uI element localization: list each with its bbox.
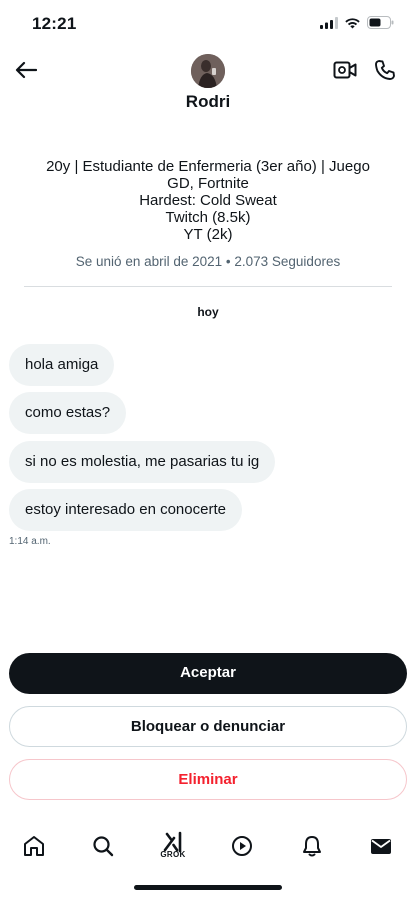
message-bubble[interactable]: como estas? bbox=[9, 392, 127, 434]
video-camera-icon bbox=[333, 61, 357, 79]
avatar[interactable] bbox=[191, 54, 225, 88]
divider bbox=[24, 286, 392, 287]
conversation-header: Rodri bbox=[0, 48, 416, 118]
message-bubble[interactable]: si no es molestia, me pasarias tu ig bbox=[9, 441, 276, 483]
bio-line: YT (2k) bbox=[183, 226, 233, 243]
profile-meta: Se unió en abril de 2021 • 2.073 Seguido… bbox=[75, 254, 341, 269]
phone-call-button[interactable] bbox=[372, 57, 398, 83]
home-icon bbox=[24, 836, 44, 856]
notifications-icon bbox=[303, 836, 321, 857]
video-call-button[interactable] bbox=[332, 58, 358, 82]
bottom-tab-bar bbox=[0, 818, 416, 870]
message-bubble[interactable]: hola amiga bbox=[9, 344, 115, 386]
avatar-image bbox=[191, 54, 225, 88]
bio-line: Hardest: Cold Sweat bbox=[139, 192, 277, 209]
bio-line: 20y | Estudiante de Enfermeria (3er año)… bbox=[46, 158, 370, 175]
tab-video[interactable] bbox=[224, 828, 260, 864]
video-icon bbox=[232, 836, 252, 856]
bio-line: GD, Fortnite bbox=[167, 175, 249, 192]
tab-notifications[interactable] bbox=[294, 828, 330, 864]
message-bubble[interactable]: estoy interesado en conocerte bbox=[9, 489, 242, 531]
signal-icon bbox=[320, 16, 338, 29]
accept-button[interactable]: Aceptar bbox=[9, 653, 407, 694]
back-button[interactable] bbox=[12, 56, 40, 84]
home-indicator bbox=[134, 885, 282, 890]
battery-icon bbox=[367, 16, 394, 29]
status-icons bbox=[320, 16, 394, 29]
status-bar: 12:21 bbox=[0, 0, 416, 48]
contact-name[interactable]: Rodri bbox=[0, 92, 416, 112]
block-report-button[interactable]: Bloquear o denunciar bbox=[9, 706, 407, 747]
grok-label: GROK bbox=[160, 850, 186, 859]
message-timestamp: 1:14 a.m. bbox=[9, 536, 51, 547]
delete-button[interactable]: Eliminar bbox=[9, 759, 407, 800]
tab-messages[interactable] bbox=[363, 828, 399, 864]
bio-line: Twitch (8.5k) bbox=[165, 209, 251, 226]
tab-home[interactable] bbox=[16, 828, 52, 864]
profile-bio: 20y | Estudiante de Enfermeria (3er año)… bbox=[20, 158, 396, 243]
day-label: hoy bbox=[197, 305, 219, 319]
phone-icon bbox=[375, 60, 395, 80]
arrow-left-icon bbox=[15, 61, 37, 79]
messages-icon bbox=[371, 839, 391, 854]
tab-search[interactable] bbox=[85, 828, 121, 864]
wifi-icon bbox=[345, 17, 360, 28]
status-time: 12:21 bbox=[32, 14, 77, 33]
search-icon bbox=[93, 836, 114, 857]
